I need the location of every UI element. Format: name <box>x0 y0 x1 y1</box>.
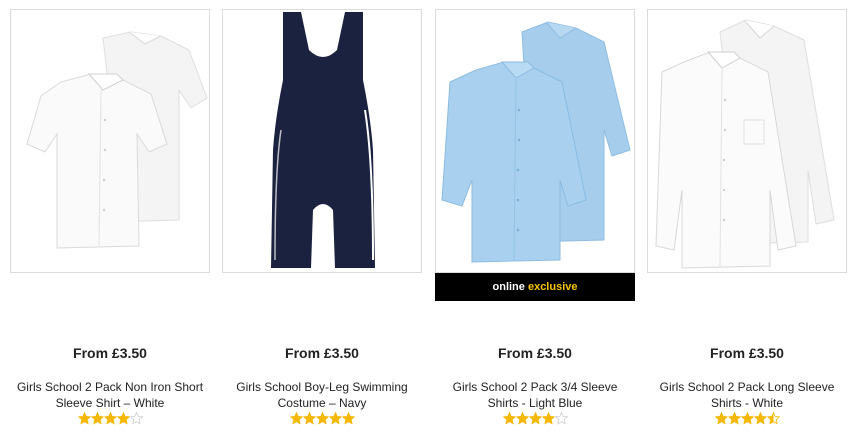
product-title-line: Sleeve Shirt – White <box>55 396 165 410</box>
star-rating <box>10 412 210 428</box>
star-filled-icon <box>727 412 741 425</box>
product-title-line: Costume – Navy <box>277 396 367 410</box>
star-half-icon <box>766 412 780 425</box>
product-price: From £3.50 <box>498 345 572 361</box>
product-title-link[interactable]: Girls School 2 Pack Long Sleeve Shirts - … <box>647 379 847 411</box>
product-title-link[interactable]: Girls School 2 Pack Non Iron Short Sleeve… <box>10 379 210 411</box>
product-title-line: Girls School 2 Pack 3/4 Sleeve <box>452 380 618 394</box>
star-rating <box>222 412 422 428</box>
product-grid: From £3.50 Girls School 2 Pack Non Iron S… <box>0 0 863 440</box>
product-title-line: Girls School 2 Pack Non Iron Short <box>16 380 204 394</box>
product-title-line: Girls School 2 Pack Long Sleeve <box>659 380 835 394</box>
product-image[interactable] <box>222 9 422 273</box>
product-title-line: Girls School Boy-Leg Swimming <box>236 380 408 394</box>
white-long-sleeve-shirts-image <box>655 19 835 269</box>
product-title-line: Shirts - White <box>710 396 783 410</box>
star-filled-icon <box>116 412 130 425</box>
product-image[interactable] <box>435 9 635 273</box>
product-image[interactable] <box>647 9 847 273</box>
product-card[interactable]: From £3.50 Girls School 2 Pack Long Sleev… <box>647 9 847 425</box>
star-rating <box>435 412 635 428</box>
online-exclusive-badge: online exclusive <box>435 273 635 301</box>
star-filled-icon <box>103 412 117 425</box>
star-empty-icon <box>129 412 143 425</box>
star-empty-icon <box>554 412 568 425</box>
badge-highlight: exclusive <box>527 281 578 293</box>
star-filled-icon <box>515 412 529 425</box>
product-title-line: Shirts - Light Blue <box>487 396 583 410</box>
star-filled-icon <box>90 412 104 425</box>
star-filled-icon <box>740 412 754 425</box>
star-filled-icon <box>753 412 767 425</box>
product-card[interactable]: From £3.50 Girls School 2 Pack Non Iron S… <box>10 9 210 425</box>
star-filled-icon <box>341 412 355 425</box>
star-filled-icon <box>302 412 316 425</box>
product-price: From £3.50 <box>285 345 359 361</box>
light-blue-shirts-image <box>441 21 631 263</box>
star-rating <box>647 412 847 428</box>
star-filled-icon <box>315 412 329 425</box>
navy-swimming-costume-image <box>271 12 375 268</box>
star-filled-icon <box>541 412 555 425</box>
badge-text: online <box>492 281 525 293</box>
star-filled-icon <box>502 412 516 425</box>
product-price: From £3.50 <box>710 345 784 361</box>
star-filled-icon <box>328 412 342 425</box>
star-filled-icon <box>77 412 91 425</box>
product-card[interactable]: From £3.50 Girls School Boy-Leg Swimming C… <box>222 9 422 425</box>
product-card[interactable]: online exclusive From £3.50 Girls School … <box>435 9 635 425</box>
star-filled-icon <box>714 412 728 425</box>
star-filled-icon <box>528 412 542 425</box>
product-title-link[interactable]: Girls School Boy-Leg Swimming Costume – N… <box>222 379 422 411</box>
product-title-link[interactable]: Girls School 2 Pack 3/4 Sleeve Shirts - L… <box>435 379 635 411</box>
product-image[interactable] <box>10 9 210 273</box>
star-filled-icon <box>289 412 303 425</box>
product-price: From £3.50 <box>73 345 147 361</box>
white-short-sleeve-shirts-image <box>26 31 208 249</box>
